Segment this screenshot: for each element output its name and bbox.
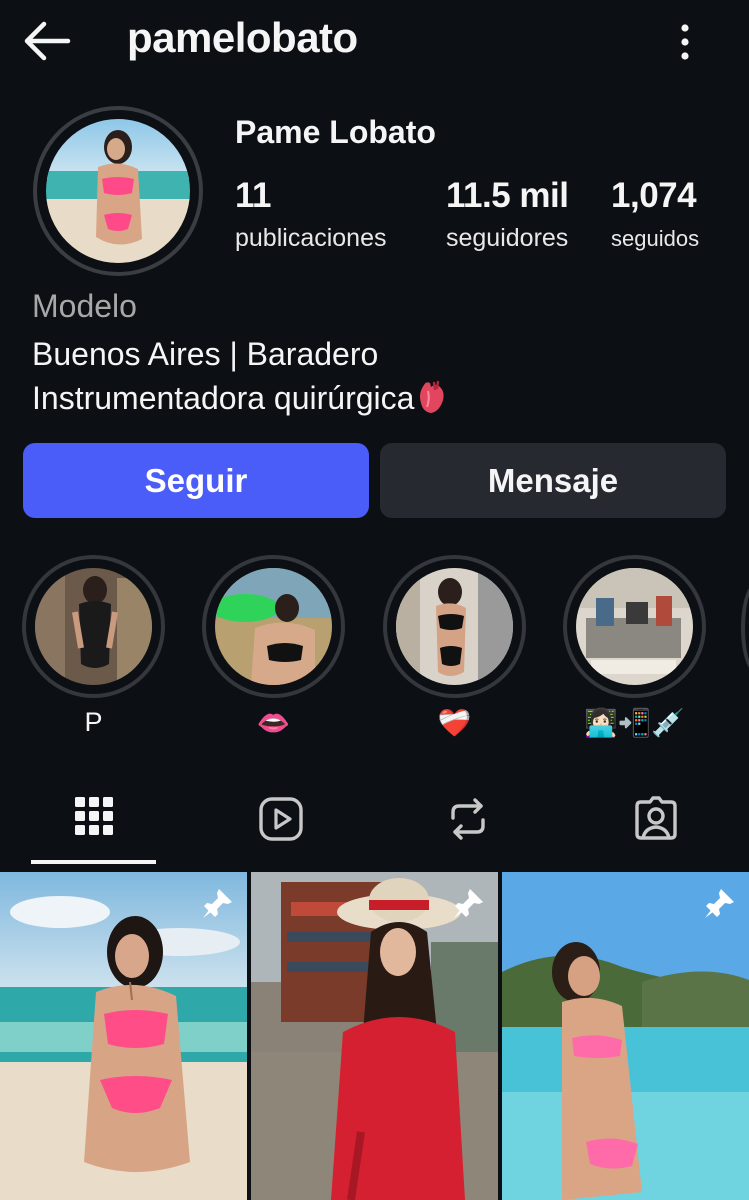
profile-category: Modelo [32, 288, 137, 324]
tagged-icon [634, 796, 677, 840]
profile-avatar-ring[interactable] [33, 106, 203, 276]
highlight-label: 👄 [256, 708, 291, 738]
tab-tagged[interactable] [593, 790, 718, 860]
posts-count-value: 11 [235, 176, 271, 215]
top-bar: pamelobato [0, 0, 749, 84]
highlight-item[interactable]: 👄 [202, 555, 347, 738]
pin-icon [454, 889, 483, 918]
post-image [502, 872, 749, 1200]
grid-icon [74, 797, 113, 835]
pin-icon [705, 889, 734, 918]
back-button[interactable] [20, 18, 74, 64]
highlight-item[interactable]: P [22, 555, 167, 737]
profile-page: pamelobato Pame Lobato 11 publicaciones … [0, 0, 749, 1200]
followers-count[interactable]: 11.5 mil seguidores [446, 176, 569, 253]
post-thumbnail[interactable] [502, 872, 749, 1200]
tab-reposts[interactable] [405, 790, 530, 860]
avatar [46, 119, 190, 263]
highlight-cover [35, 568, 152, 685]
highlight-cover-ring [202, 555, 345, 698]
kebab-vertical-icon [681, 24, 689, 60]
highlight-cover-ring [563, 555, 706, 698]
more-options-button[interactable] [668, 20, 702, 64]
message-button[interactable]: Mensaje [380, 443, 726, 518]
highlight-cover [215, 568, 332, 685]
post-thumbnail[interactable] [0, 872, 247, 1200]
tab-reels[interactable] [218, 790, 343, 860]
anatomical-heart-icon [420, 380, 445, 413]
post-thumbnail[interactable] [251, 872, 498, 1200]
pin-icon [203, 889, 232, 918]
profile-username: pamelobato [127, 14, 358, 61]
following-count[interactable]: 1,074 seguidos [611, 176, 699, 252]
post-image [0, 872, 247, 1200]
highlight-item[interactable]: ❤️‍🩹 [383, 555, 528, 738]
highlight-label: ❤️‍🩹 [437, 708, 472, 738]
highlight-label: P [84, 707, 103, 737]
highlight-cover-ring [383, 555, 526, 698]
followers-count-value: 11.5 mil [446, 176, 569, 215]
bio-text: Instrumentadora quirúrgica [32, 380, 415, 416]
highlight-item[interactable]: 👩🏻‍💻📲💉 [563, 555, 708, 738]
post-image [251, 872, 498, 1200]
tab-posts[interactable] [31, 790, 156, 860]
following-count-value: 1,074 [611, 176, 697, 215]
highlight-item-partial[interactable] [741, 583, 749, 673]
arrow-left-icon [24, 21, 71, 61]
follow-button[interactable]: Seguir [23, 443, 369, 518]
profile-full-name: Pame Lobato [235, 114, 436, 150]
following-count-label: seguidos [611, 226, 700, 251]
highlight-cover [576, 568, 693, 685]
highlight-cover-ring [22, 555, 165, 698]
highlight-cover [396, 568, 513, 685]
active-tab-indicator [31, 860, 156, 864]
reposts-icon [450, 798, 485, 840]
posts-count[interactable]: 11 publicaciones [235, 176, 387, 253]
bio-line: Instrumentadora quirúrgica [32, 379, 448, 417]
followers-count-label: seguidores [446, 224, 569, 252]
bio-line: Buenos Aires | Baradero [32, 336, 379, 372]
posts-count-label: publicaciones [235, 224, 387, 252]
reels-icon [258, 797, 303, 841]
highlight-label: 👩🏻‍💻📲💉 [584, 708, 685, 738]
